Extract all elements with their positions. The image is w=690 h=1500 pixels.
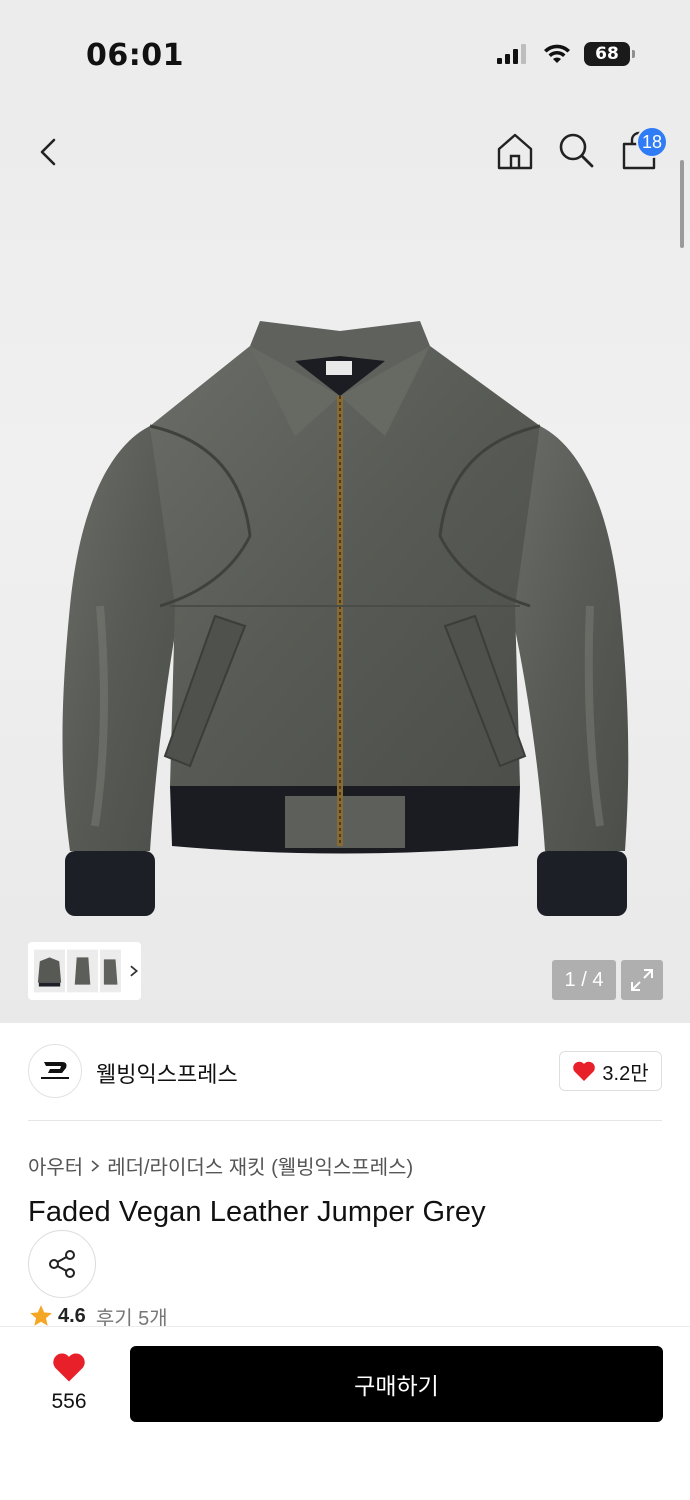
star-icon [30,1305,52,1326]
share-button[interactable] [28,1230,96,1298]
status-bar: 06:01 68 [0,0,690,110]
chevron-right-icon [91,1159,100,1172]
review-count[interactable]: 후기 5개 [96,1304,168,1329]
status-time: 06:01 [86,38,184,73]
product-photo-jacket [62,321,629,916]
thumbnail-front[interactable] [34,949,66,993]
heart-icon [573,1061,596,1081]
rating-row[interactable]: 4.6 후기 5개 [28,1304,168,1328]
home-icon[interactable] [494,130,536,172]
expand-image-button[interactable] [621,960,663,1000]
brand-row[interactable]: 웰빙익스프레스 3.2만 [0,1023,690,1121]
breadcrumb: 아우터 레더/라이더스 재킷 (웰빙익스프레스) [28,1151,413,1180]
wishlist-count: 556 [51,1390,87,1413]
breadcrumb-subcategory[interactable]: 레더/라이더스 재킷 (웰빙익스프레스) [107,1151,413,1180]
status-icons: 68 [496,42,635,66]
image-page-counter: 1 / 4 [552,960,616,1000]
rating-score: 4.6 [58,1304,86,1327]
chevron-left-icon[interactable] [30,132,70,172]
brand-logo[interactable] [28,1044,82,1098]
thumbnail-side[interactable] [67,949,99,993]
thumbnail-strip[interactable] [28,942,141,1000]
search-icon[interactable] [556,130,596,170]
buy-button[interactable]: 구매하기 [130,1346,663,1422]
breadcrumb-category[interactable]: 아우터 [28,1151,83,1180]
brand-like-button[interactable]: 3.2만 [559,1051,662,1091]
divider [28,1120,662,1121]
bottom-action-bar: 556 구매하기 [0,1326,690,1500]
chevron-right-icon[interactable] [127,964,141,978]
brand-logo-mark-icon [41,1062,69,1079]
product-title: Faded Vegan Leather Jumper Grey [28,1196,486,1228]
scrollbar[interactable] [680,160,684,248]
wishlist-button[interactable]: 556 [40,1351,98,1414]
thumbnail-back[interactable] [100,949,122,993]
brand-like-count: 3.2만 [602,1062,649,1085]
battery-indicator: 68 [584,42,635,66]
heart-icon [53,1353,85,1382]
wifi-icon [544,44,570,63]
cart-count-badge: 18 [636,126,668,158]
brand-name[interactable]: 웰빙익스프레스 [96,1057,238,1089]
share-icon [49,1250,75,1278]
signal-icon [497,44,526,64]
expand-icon [631,969,653,991]
product-image-gallery[interactable]: 18 1 / 4 [0,110,690,1023]
